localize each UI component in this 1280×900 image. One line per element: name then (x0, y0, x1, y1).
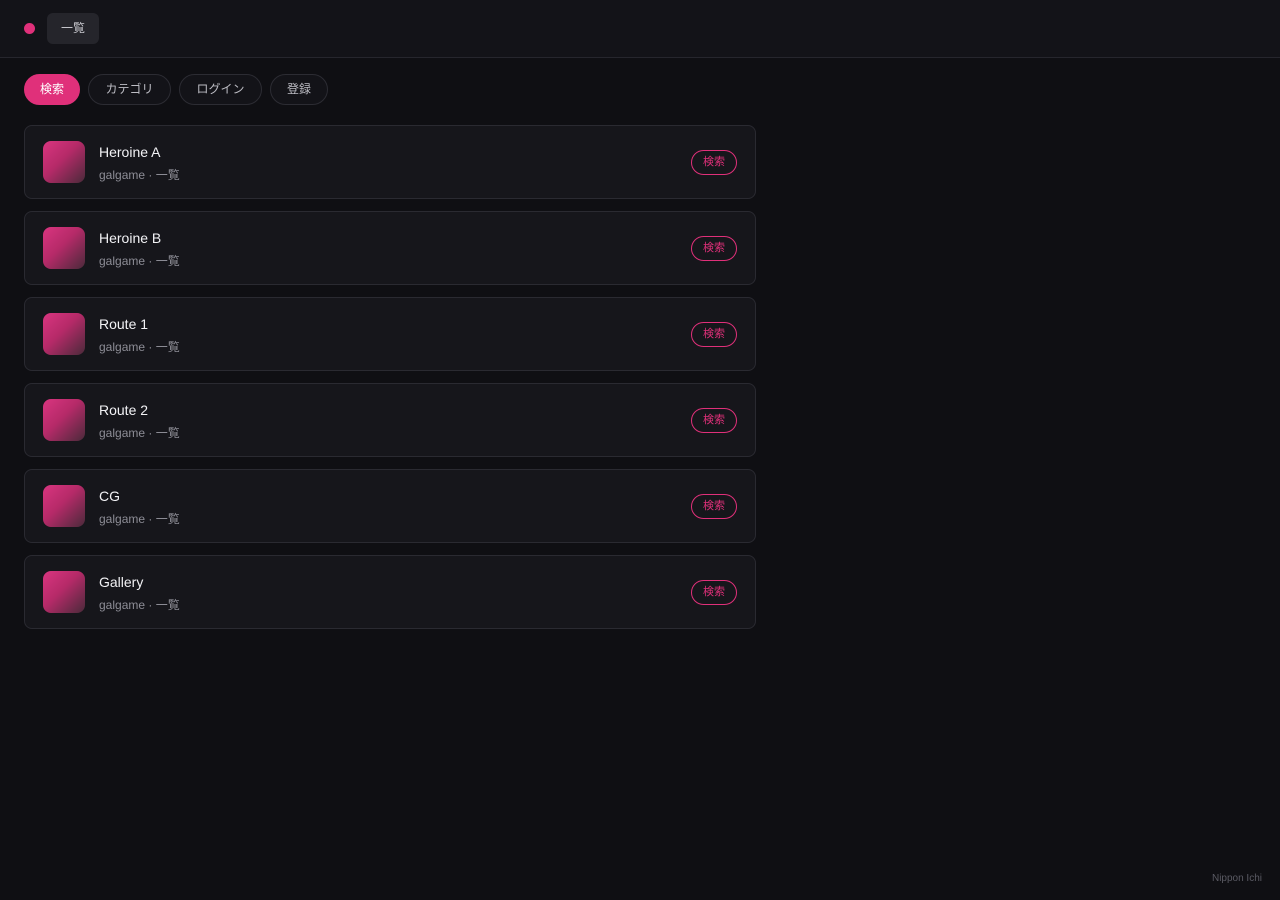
item-thumbnail (43, 399, 85, 441)
item-meta: galgame · 一覧 (99, 340, 180, 354)
item-title: CG (99, 488, 120, 504)
list-item[interactable]: Route 2 galgame · 一覧 検索 (24, 383, 756, 457)
item-thumbnail (43, 141, 85, 183)
list-item[interactable]: Route 1 galgame · 一覧 検索 (24, 297, 756, 371)
footer-credit: Nippon Ichi (1211, 873, 1262, 884)
item-search-button[interactable]: 検索 (691, 236, 737, 261)
item-thumbnail (43, 571, 85, 613)
filter-chip-category[interactable]: カテゴリ (88, 74, 171, 105)
tab-list[interactable]: 一覧 (47, 13, 99, 44)
list-item[interactable]: Gallery galgame · 一覧 検索 (24, 555, 756, 629)
item-thumbnail (43, 485, 85, 527)
list-item[interactable]: Heroine A galgame · 一覧 検索 (24, 125, 756, 199)
item-search-button[interactable]: 検索 (691, 150, 737, 175)
item-title: Route 2 (99, 402, 149, 418)
item-title: Heroine A (99, 144, 161, 160)
item-title: Gallery (99, 574, 144, 590)
list-item[interactable]: Heroine B galgame · 一覧 検索 (24, 211, 756, 285)
item-search-button[interactable]: 検索 (691, 580, 737, 605)
brand-dot-icon (24, 23, 35, 34)
item-search-button[interactable]: 検索 (691, 408, 737, 433)
item-meta: galgame · 一覧 (99, 426, 180, 440)
top-bar: 一覧 (0, 0, 1280, 58)
filter-chip-search[interactable]: 検索 (24, 74, 80, 105)
item-meta: galgame · 一覧 (99, 512, 180, 526)
item-title: Heroine B (99, 230, 162, 246)
item-meta: galgame · 一覧 (99, 168, 180, 182)
item-title: Route 1 (99, 316, 149, 332)
item-meta: galgame · 一覧 (99, 598, 180, 612)
item-meta: galgame · 一覧 (99, 254, 180, 268)
item-thumbnail (43, 313, 85, 355)
filter-chip-login[interactable]: ログイン (179, 74, 262, 105)
filter-chip-register[interactable]: 登録 (270, 74, 328, 105)
item-search-button[interactable]: 検索 (691, 494, 737, 519)
list-item[interactable]: CG galgame · 一覧 検索 (24, 469, 756, 543)
item-search-button[interactable]: 検索 (691, 322, 737, 347)
item-thumbnail (43, 227, 85, 269)
